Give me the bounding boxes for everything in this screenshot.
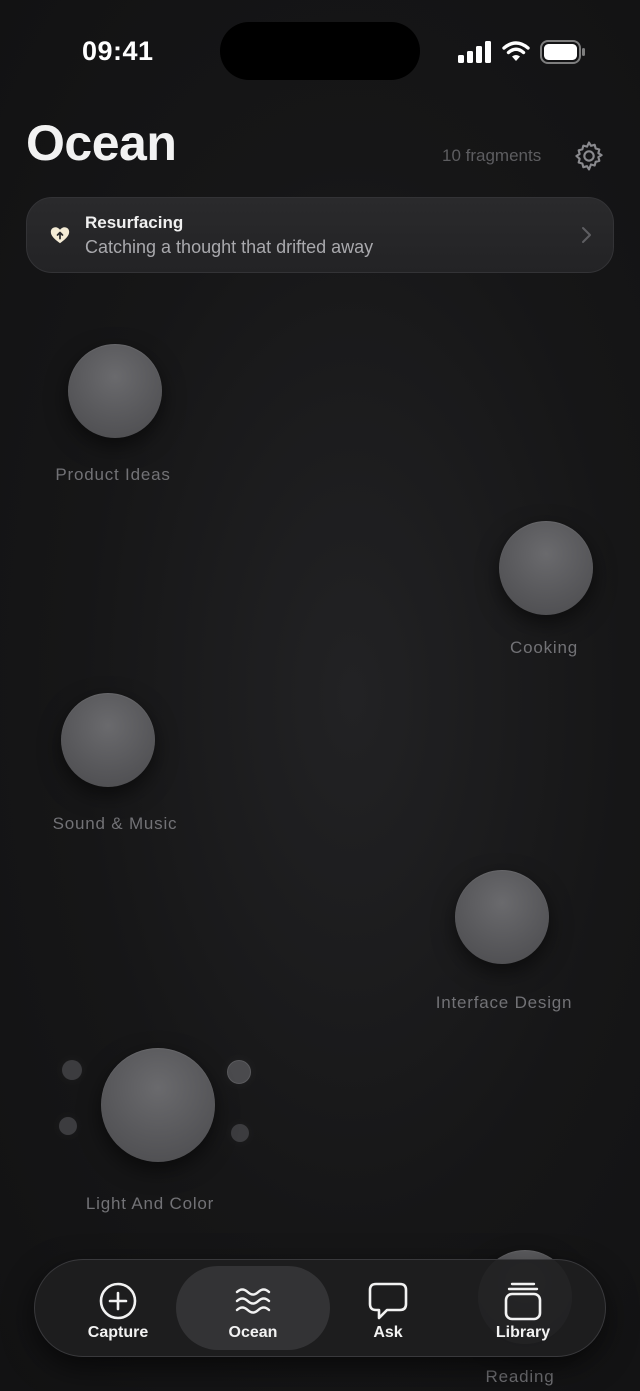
chat-bubble-icon — [368, 1282, 408, 1320]
topic-label: Product Ideas — [55, 465, 171, 484]
topic-label: Interface Design — [435, 993, 573, 1012]
wifi-icon — [502, 41, 530, 61]
topic-label: Light And Color — [85, 1194, 215, 1213]
topic-orb-sound-music[interactable] — [61, 693, 155, 787]
topic-label: Sound & Music — [52, 814, 178, 833]
fragment-dot — [227, 1060, 251, 1084]
tab-bar: Capture Ocean Ask Library — [34, 1259, 606, 1357]
tab-label: Ocean — [228, 1324, 278, 1341]
topic-label: Reading — [485, 1367, 555, 1386]
topic-orb-product-ideas[interactable] — [68, 344, 162, 438]
heart-icon — [50, 227, 70, 244]
tab-label: Library — [495, 1324, 551, 1341]
tab-capture[interactable]: Capture — [41, 1266, 195, 1350]
status-bar: 09:41 — [0, 0, 640, 100]
resurfacing-title: Resurfacing — [85, 213, 184, 232]
gear-icon — [575, 141, 603, 171]
topic-orb-interface-design[interactable] — [455, 870, 549, 964]
stack-icon — [504, 1282, 542, 1321]
fragment-dot — [231, 1124, 249, 1142]
tab-label: Ask — [373, 1324, 403, 1341]
topic-orb-cooking[interactable] — [499, 521, 593, 615]
resurfacing-card[interactable]: Resurfacing Catching a thought that drif… — [26, 197, 614, 273]
topic-label: Cooking — [510, 638, 578, 657]
signal-icon — [458, 41, 491, 63]
waves-icon — [235, 1288, 271, 1314]
fragment-dot — [62, 1060, 82, 1080]
chevron-right-icon — [582, 227, 591, 243]
resurfacing-subtitle: Catching a thought that drifted away — [85, 237, 374, 257]
status-time: 09:41 — [82, 36, 154, 66]
tab-ocean[interactable]: Ocean — [176, 1266, 330, 1350]
topic-orb-light-color[interactable] — [101, 1048, 215, 1162]
tab-label: Capture — [87, 1324, 149, 1341]
dynamic-island — [220, 22, 420, 80]
battery-icon — [540, 40, 585, 64]
page-title: Ocean — [26, 115, 177, 171]
fragment-dot — [59, 1117, 77, 1135]
status-icons — [456, 38, 586, 66]
settings-button[interactable] — [572, 139, 606, 173]
tab-library[interactable]: Library — [446, 1266, 600, 1350]
plus-circle-icon — [99, 1282, 137, 1320]
tab-ask[interactable]: Ask — [311, 1266, 465, 1350]
fragment-count: 10 fragments — [442, 146, 542, 165]
